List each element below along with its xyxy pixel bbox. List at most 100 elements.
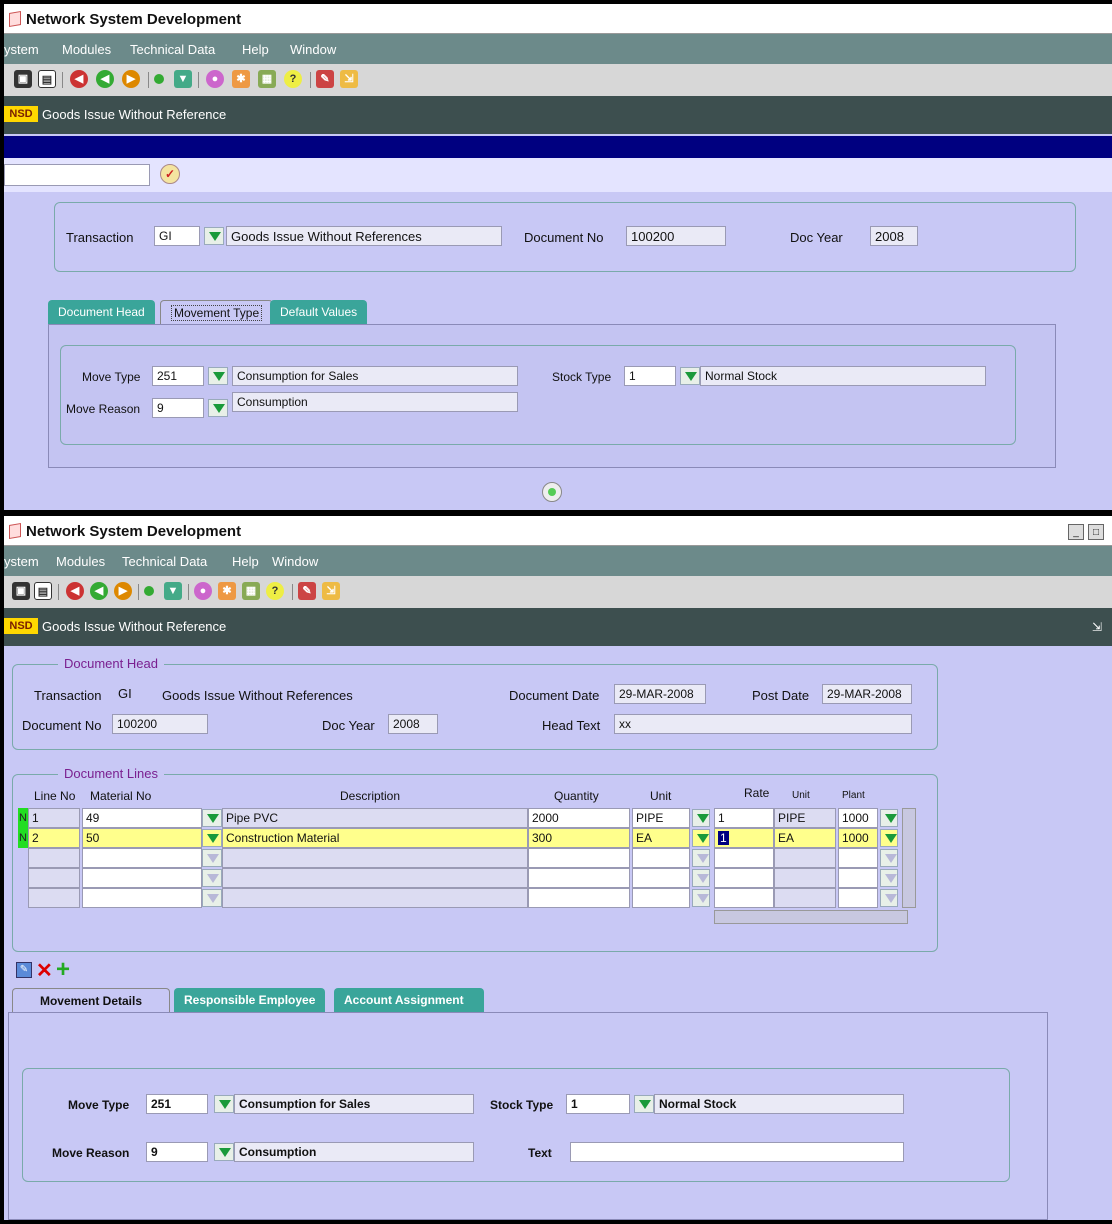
tools-icon[interactable]: ✱ <box>218 582 236 600</box>
help-icon[interactable]: ? <box>266 582 284 600</box>
delete-record-icon[interactable]: ✕ <box>36 958 53 983</box>
calculator-icon[interactable]: ▦ <box>242 582 260 600</box>
plant-cell[interactable] <box>838 848 878 868</box>
material-no-cell[interactable]: 49 <box>82 808 202 828</box>
material-no-cell[interactable] <box>82 888 202 908</box>
first-record-icon[interactable]: ◀ <box>66 582 84 600</box>
quantity-cell[interactable] <box>528 848 630 868</box>
next-record-icon[interactable]: ▶ <box>114 582 132 600</box>
exit-icon[interactable]: ⇲ <box>322 582 340 600</box>
edit-record-icon[interactable]: ✎ <box>16 962 32 978</box>
menu-technical-data[interactable]: Technical Data <box>122 554 207 569</box>
previous-record-icon[interactable]: ◀ <box>90 582 108 600</box>
search-input[interactable] <box>4 164 150 186</box>
unit-lov-icon[interactable] <box>692 849 710 867</box>
tab-movement-details[interactable]: Movement Details <box>12 988 170 1012</box>
rate-cell[interactable] <box>714 888 774 908</box>
minimize-button[interactable]: _ <box>1068 524 1084 540</box>
print-icon[interactable]: ✎ <box>316 70 334 88</box>
rate-cell[interactable]: 1 <box>714 808 774 828</box>
line-no-cell[interactable] <box>28 868 80 888</box>
plant-lov-icon[interactable] <box>880 869 898 887</box>
stock-type-lov-icon[interactable] <box>680 367 700 385</box>
tools-icon[interactable]: ✱ <box>232 70 250 88</box>
tab-document-head[interactable]: Document Head <box>48 300 155 324</box>
move-type-field[interactable]: 251 <box>146 1094 208 1114</box>
text-field[interactable] <box>570 1142 904 1162</box>
material-no-cell[interactable] <box>82 848 202 868</box>
material-lov-icon[interactable] <box>202 809 222 827</box>
plant-lov-icon[interactable] <box>880 829 898 847</box>
check-button[interactable]: ✓ <box>160 164 180 184</box>
head-text-field[interactable]: xx <box>614 714 912 734</box>
lines-horizontal-scrollbar[interactable] <box>714 910 908 924</box>
transaction-code-field[interactable]: GI <box>154 226 200 246</box>
stock-type-lov-icon[interactable] <box>634 1095 654 1113</box>
first-record-icon[interactable]: ◀ <box>70 70 88 88</box>
material-no-cell[interactable]: 50 <box>82 828 202 848</box>
menu-modules[interactable]: Modules <box>62 42 111 57</box>
save-icon[interactable]: ▣ <box>12 582 30 600</box>
new-document-icon[interactable]: ▤ <box>38 70 56 88</box>
plant-lov-icon[interactable] <box>880 809 898 827</box>
quantity-cell[interactable] <box>528 868 630 888</box>
query-icon[interactable]: ▼ <box>174 70 192 88</box>
line-no-cell[interactable]: 2 <box>28 828 80 848</box>
unit-cell[interactable] <box>632 848 690 868</box>
unit-cell[interactable] <box>632 888 690 908</box>
quantity-cell[interactable]: 300 <box>528 828 630 848</box>
print-icon[interactable]: ✎ <box>298 582 316 600</box>
color-wheel-icon[interactable]: ● <box>206 70 224 88</box>
unit-cell[interactable] <box>632 868 690 888</box>
rate-cell[interactable]: 1 <box>714 828 774 848</box>
save-icon[interactable]: ▣ <box>14 70 32 88</box>
plant-cell[interactable]: 1000 <box>838 808 878 828</box>
query-icon[interactable]: ▼ <box>164 582 182 600</box>
menu-window[interactable]: Window <box>272 554 318 569</box>
rate-cell[interactable] <box>714 848 774 868</box>
stock-type-field[interactable]: 1 <box>624 366 676 386</box>
restore-icon[interactable]: ⇲ <box>1092 620 1102 634</box>
plant-cell[interactable] <box>838 888 878 908</box>
stock-type-field[interactable]: 1 <box>566 1094 630 1114</box>
material-lov-icon[interactable] <box>202 869 222 887</box>
move-reason-field[interactable]: 9 <box>146 1142 208 1162</box>
line-no-cell[interactable] <box>28 848 80 868</box>
menu-modules[interactable]: Modules <box>56 554 105 569</box>
exit-icon[interactable]: ⇲ <box>340 70 358 88</box>
new-document-icon[interactable]: ▤ <box>34 582 52 600</box>
unit-cell[interactable]: PIPE <box>632 808 690 828</box>
unit-lov-icon[interactable] <box>692 829 710 847</box>
move-reason-field[interactable]: 9 <box>152 398 204 418</box>
tab-account-assignment[interactable]: Account Assignment <box>334 988 484 1012</box>
tab-default-values[interactable]: Default Values <box>270 300 368 324</box>
material-lov-icon[interactable] <box>202 889 222 907</box>
plant-cell[interactable]: 1000 <box>838 828 878 848</box>
lines-vertical-scrollbar[interactable] <box>902 808 916 908</box>
menu-system[interactable]: ystem <box>4 554 39 569</box>
unit-cell[interactable]: EA <box>632 828 690 848</box>
unit-lov-icon[interactable] <box>692 869 710 887</box>
menu-window[interactable]: Window <box>290 42 336 57</box>
material-lov-icon[interactable] <box>202 829 222 847</box>
move-reason-lov-icon[interactable] <box>208 399 228 417</box>
menu-system[interactable]: ystem <box>4 42 39 57</box>
tab-responsible-employee[interactable]: Responsible Employee <box>174 988 326 1012</box>
previous-record-icon[interactable]: ◀ <box>96 70 114 88</box>
quantity-cell[interactable] <box>528 888 630 908</box>
menu-technical-data[interactable]: Technical Data <box>130 42 215 57</box>
unit-lov-icon[interactable] <box>692 809 710 827</box>
plant-cell[interactable] <box>838 868 878 888</box>
menu-help[interactable]: Help <box>242 42 269 57</box>
move-reason-lov-icon[interactable] <box>214 1143 234 1161</box>
quantity-cell[interactable]: 2000 <box>528 808 630 828</box>
plant-lov-icon[interactable] <box>880 889 898 907</box>
line-no-cell[interactable]: 1 <box>28 808 80 828</box>
maximize-button[interactable]: □ <box>1088 524 1104 540</box>
menu-help[interactable]: Help <box>232 554 259 569</box>
calculator-icon[interactable]: ▦ <box>258 70 276 88</box>
move-type-field[interactable]: 251 <box>152 366 204 386</box>
execute-icon[interactable] <box>144 586 154 596</box>
plant-lov-icon[interactable] <box>880 849 898 867</box>
add-record-icon[interactable]: + <box>56 956 70 984</box>
